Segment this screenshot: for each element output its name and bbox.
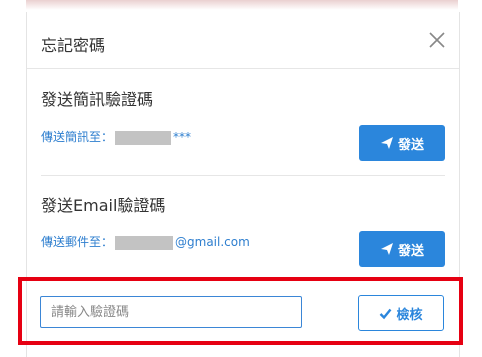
sms-section-title: 發送簡訊驗證碼	[41, 90, 154, 109]
send-email-button[interactable]: 發送	[359, 231, 445, 267]
section-divider	[41, 175, 445, 176]
sms-label-suffix: ***	[173, 130, 192, 144]
email-label-prefix: 傳送郵件至：	[41, 235, 114, 249]
send-email-button-label: 發送	[397, 243, 424, 259]
modal-header: 忘記密碼	[27, 12, 459, 69]
close-icon[interactable]	[427, 30, 447, 50]
verification-code-input[interactable]	[40, 296, 302, 328]
verify-button-label: 檢核	[396, 307, 423, 323]
email-section-title: 發送Email驗證碼	[41, 196, 166, 215]
email-label-suffix: @gmail.com	[175, 235, 250, 249]
send-sms-button[interactable]: 發送	[359, 125, 445, 161]
masked-email	[115, 235, 174, 250]
masked-phone	[115, 130, 172, 145]
paper-plane-icon	[380, 137, 393, 149]
check-icon	[380, 308, 392, 319]
sms-target-label: 傳送簡訊至： ***	[41, 128, 191, 145]
email-target-label: 傳送郵件至： @gmail.com	[41, 233, 250, 250]
verify-button[interactable]: 檢核	[358, 295, 444, 331]
background-strip	[26, 0, 458, 10]
sms-label-prefix: 傳送簡訊至：	[41, 130, 114, 144]
paper-plane-icon	[380, 243, 393, 255]
modal-title: 忘記密碼	[41, 36, 106, 55]
send-sms-button-label: 發送	[397, 137, 424, 153]
